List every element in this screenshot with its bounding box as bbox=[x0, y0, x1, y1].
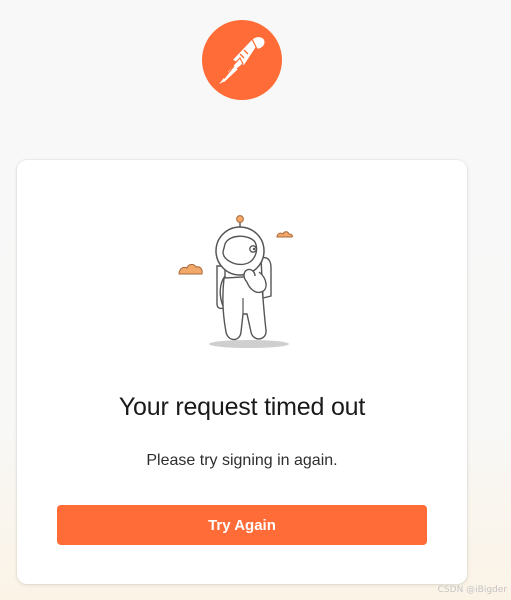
try-again-button[interactable]: Try Again bbox=[57, 505, 427, 545]
postman-logo-icon bbox=[202, 20, 282, 100]
watermark-text: CSDN @iBigder bbox=[437, 585, 507, 595]
dialog-message: Please try signing in again. bbox=[146, 452, 338, 469]
timeout-dialog: Your request timed out Please try signin… bbox=[17, 160, 467, 584]
rocketman-icon bbox=[219, 33, 266, 84]
dialog-title: Your request timed out bbox=[118, 393, 366, 421]
astronaut-thinking-icon bbox=[178, 215, 293, 348]
